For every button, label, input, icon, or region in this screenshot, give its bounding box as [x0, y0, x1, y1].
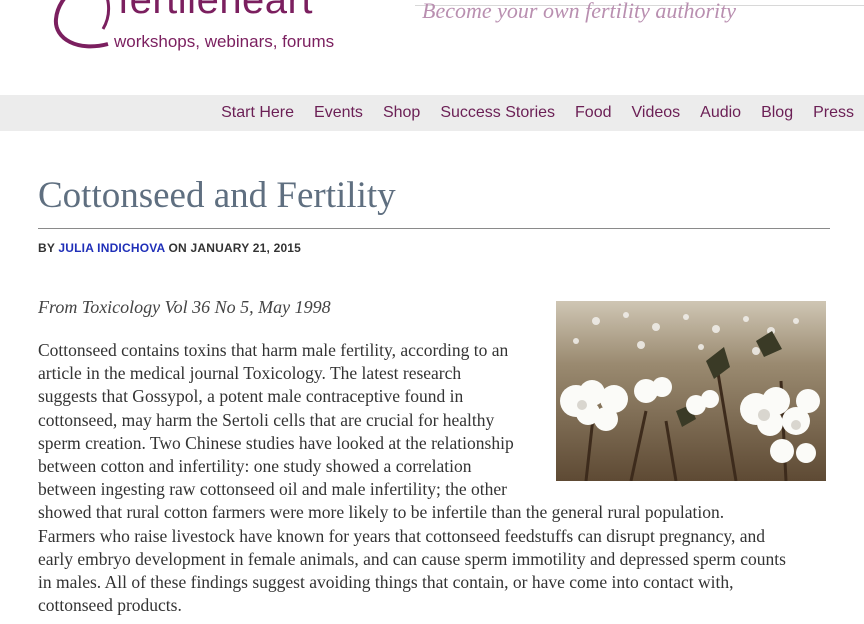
- body-line: in males. All of these findings suggest …: [38, 572, 734, 593]
- logo-tagline: workshops, webinars, forums: [114, 32, 335, 51]
- body-line: cottonseed, may harm the Sertoli cells t…: [38, 409, 495, 430]
- nav-success-stories[interactable]: Success Stories: [440, 104, 555, 122]
- post-date: JANUARY 21, 2015: [190, 241, 302, 255]
- nav-videos[interactable]: Videos: [632, 104, 681, 122]
- nav-shop[interactable]: Shop: [383, 104, 420, 122]
- source-citation: From Toxicology Vol 36 No 5, May 1998: [38, 297, 331, 317]
- heart-logo-icon[interactable]: [48, 0, 118, 54]
- nav-audio[interactable]: Audio: [700, 104, 741, 122]
- site-tagline: Become your own fertility authority: [422, 0, 737, 23]
- article-body: Cottonseed contains toxins that harm mal…: [38, 339, 828, 617]
- logo-wordmark[interactable]: fertileheart: [118, 0, 313, 22]
- body-line: Farmers who raise livestock have known f…: [38, 525, 765, 546]
- nav-start-here[interactable]: Start Here: [221, 104, 294, 122]
- body-line: Cottonseed contains toxins that harm mal…: [38, 340, 509, 360]
- body-line: suggests that Gossypol, a potent male co…: [38, 386, 464, 407]
- site-header: fertileheart workshops, webinars, forums…: [0, 0, 864, 95]
- body-line: sperm creation. Two Chinese studies have…: [38, 432, 514, 453]
- nav-blog[interactable]: Blog: [761, 104, 793, 122]
- body-line: between ingesting raw cottonseed oil and…: [38, 479, 507, 500]
- main-nav: Start Here Events Shop Success Stories F…: [0, 95, 864, 131]
- author-link[interactable]: JULIA INDICHOVA: [58, 241, 165, 255]
- body-line: article in the medical journal Toxicolog…: [38, 363, 462, 384]
- body-line: early embryo development in female anima…: [38, 548, 786, 569]
- body-line: showed that rural cotton farmers were mo…: [38, 502, 725, 523]
- title-divider: [38, 228, 830, 229]
- nav-press[interactable]: Press: [813, 104, 854, 122]
- body-line: cottonseed products.: [38, 595, 182, 616]
- byline-by: BY: [38, 241, 55, 255]
- article-title: Cottonseed and Fertility: [38, 175, 396, 216]
- body-line: between cotton and infertility: one stud…: [38, 456, 472, 477]
- nav-food[interactable]: Food: [575, 104, 611, 122]
- byline-on: ON: [168, 241, 187, 255]
- nav-events[interactable]: Events: [314, 104, 363, 122]
- byline: BY JULIA INDICHOVA ON JANUARY 21, 2015: [38, 241, 301, 255]
